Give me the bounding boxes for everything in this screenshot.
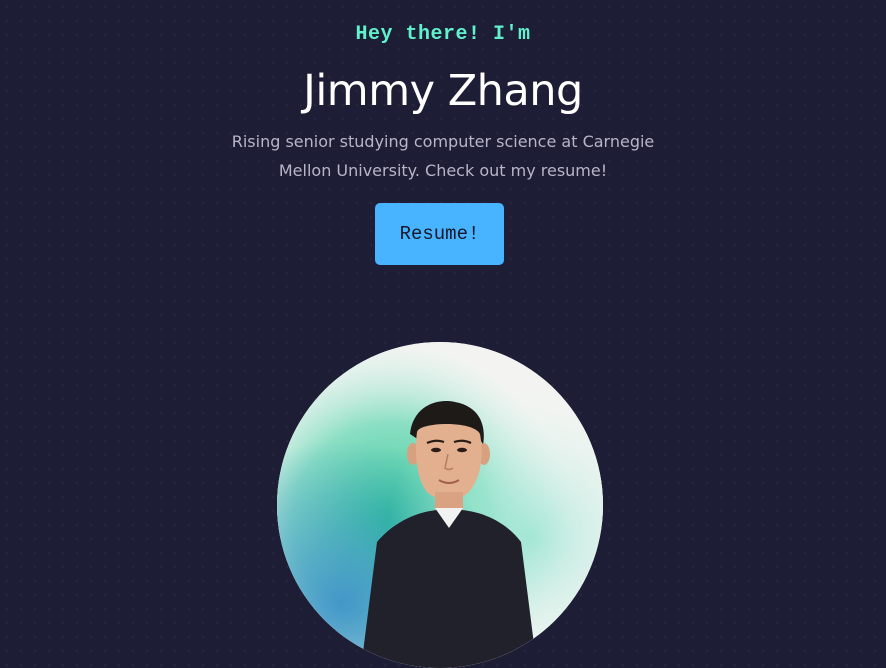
- tagline-text: Rising senior studying computer science …: [231, 132, 655, 180]
- profile-photo-illustration: [277, 342, 603, 668]
- profile-photo: [277, 342, 603, 668]
- page-title: Jimmy Zhang: [303, 66, 583, 116]
- greeting-text: Hey there! I'm: [355, 23, 531, 46]
- resume-button[interactable]: Resume!: [375, 203, 504, 265]
